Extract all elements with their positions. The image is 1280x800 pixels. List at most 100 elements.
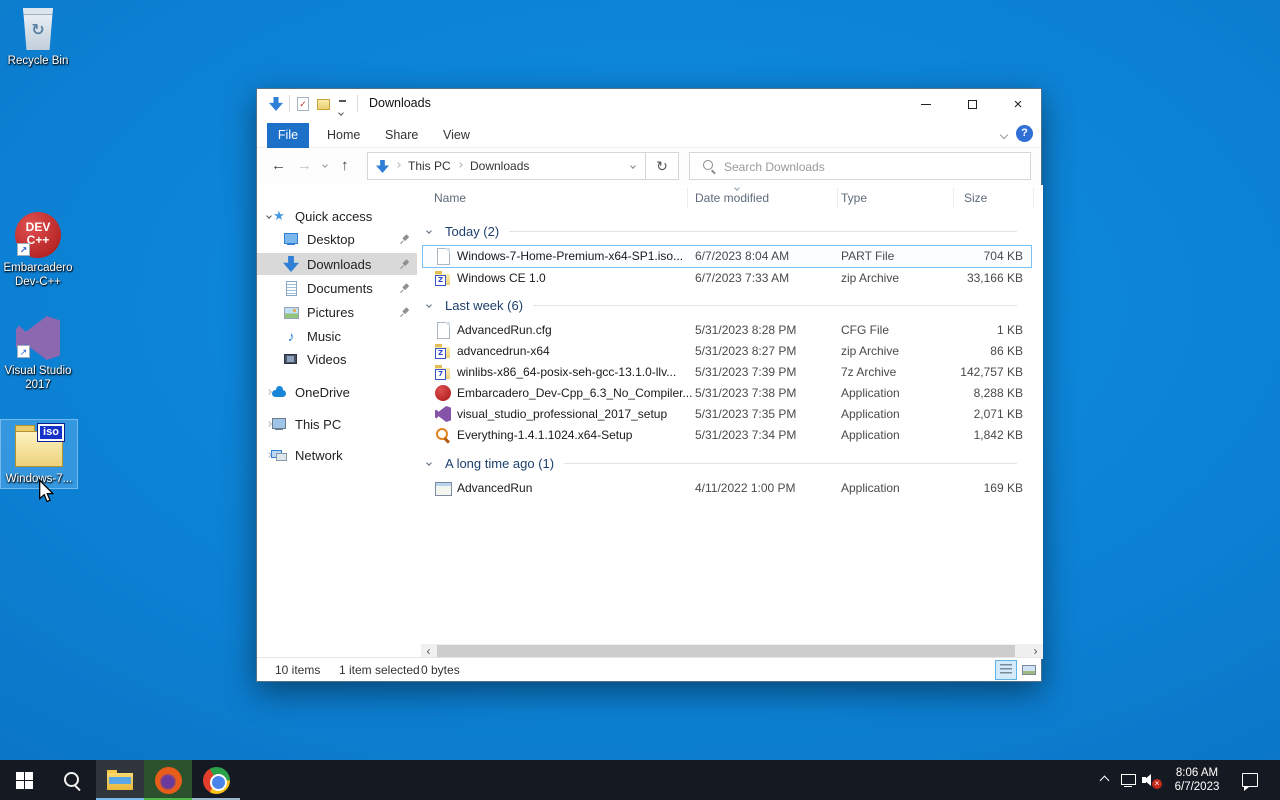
network-status-icon — [1120, 773, 1136, 787]
ribbon-tabs: File Home Share View ? — [257, 119, 1041, 148]
everything-icon — [435, 427, 451, 443]
chevron-down-icon — [426, 460, 432, 466]
appwindow-icon — [435, 480, 452, 496]
recent-locations-icon[interactable] — [322, 162, 328, 168]
sidebar-item-this-pc[interactable]: This PC — [257, 413, 417, 435]
tab-home[interactable]: Home — [317, 123, 370, 148]
pin-icon — [397, 281, 412, 296]
sidebar-item-pictures[interactable]: Pictures — [257, 301, 417, 323]
file-row[interactable]: advancedrun-x64 5/31/2023 8:27 PM zip Ar… — [423, 341, 1031, 362]
address-bar: ← → ↑ This PC Downloads ↻ Search Downloa… — [257, 148, 1041, 185]
zip-folder-icon — [435, 343, 451, 359]
file-list: Name Date modified Type Size Today (2) W… — [421, 185, 1043, 644]
properties-icon[interactable]: ✓ — [297, 97, 309, 111]
search-icon — [702, 159, 716, 173]
breadcrumb-downloads[interactable]: Downloads — [470, 159, 529, 173]
tab-share[interactable]: Share — [375, 123, 428, 148]
column-header-size[interactable]: Size — [964, 191, 987, 205]
refresh-button[interactable]: ↻ — [646, 152, 679, 180]
search-input[interactable]: Search Downloads — [689, 152, 1031, 180]
file-name: advancedrun-x64 — [457, 344, 550, 358]
window-title: Downloads — [369, 96, 431, 110]
file-row[interactable]: Embarcadero_Dev-Cpp_6.3_No_Compiler... 5… — [423, 383, 1031, 404]
sidebar-item-documents[interactable]: Documents — [257, 277, 417, 299]
column-headers: Name Date modified Type Size — [421, 185, 1043, 211]
shortcut-arrow-icon: ↗ — [17, 345, 30, 358]
ribbon-expand-icon[interactable] — [999, 130, 1009, 140]
minimize-button[interactable] — [903, 89, 949, 119]
group-header-today[interactable]: Today (2) — [423, 220, 1031, 242]
tray-volume-button[interactable]: × — [1140, 760, 1164, 800]
help-icon[interactable]: ? — [1016, 125, 1033, 142]
taskbar-search-button[interactable] — [48, 760, 96, 800]
file-row[interactable]: AdvancedRun 4/11/2022 1:00 PM Applicatio… — [423, 478, 1031, 499]
qat-dropdown-icon[interactable] — [338, 100, 346, 118]
group-header-long-ago[interactable]: A long time ago (1) — [423, 452, 1031, 474]
iso-folder-icon: iso — [13, 423, 65, 469]
column-header-type[interactable]: Type — [841, 191, 867, 205]
tab-view[interactable]: View — [433, 123, 480, 148]
file-date: 5/31/2023 8:28 PM — [695, 323, 797, 337]
file-name: visual_studio_professional_2017_setup — [457, 407, 668, 421]
file-row[interactable]: winlibs-x86_64-posix-seh-gcc-13.1.0-llv.… — [423, 362, 1031, 383]
file-row[interactable]: Windows-7-Home-Premium-x64-SP1.iso... 6/… — [422, 245, 1032, 268]
desktop-icon-windows7-iso[interactable]: iso Windows-7... — [0, 419, 78, 489]
sidebar-item-desktop[interactable]: Desktop — [257, 228, 417, 250]
sidebar-item-onedrive[interactable]: OneDrive — [257, 381, 417, 403]
desktop: Recycle Bin DEV C++ ↗ Embarcadero Dev-C+… — [0, 0, 1280, 800]
chevron-down-icon — [426, 302, 432, 308]
file-row[interactable]: Windows CE 1.0 6/7/2023 7:33 AM zip Arch… — [423, 268, 1031, 289]
file-row[interactable]: visual_studio_professional_2017_setup 5/… — [423, 404, 1031, 425]
desktop-icon-label: Recycle Bin — [7, 55, 69, 67]
group-header-last-week[interactable]: Last week (6) — [423, 294, 1031, 316]
file-size: 1 KB — [996, 323, 1023, 337]
taskbar-chrome[interactable] — [192, 760, 240, 800]
column-header-name[interactable]: Name — [434, 191, 466, 205]
file-row[interactable]: Everything-1.4.1.1024.x64-Setup 5/31/202… — [423, 425, 1031, 446]
devcpp-icon: DEV C++ ↗ — [15, 212, 61, 258]
sidebar: Quick access Desktop Downloads Documents… — [257, 185, 421, 642]
desktop-icon-devcpp[interactable]: DEV C++ ↗ Embarcadero Dev-C++ — [0, 212, 76, 289]
details-view-button[interactable] — [995, 660, 1017, 680]
file-size: 169 KB — [983, 481, 1023, 495]
thumbnail-view-button[interactable] — [1019, 661, 1039, 679]
downloads-arrow-icon — [269, 97, 283, 111]
sidebar-item-music[interactable]: Music — [257, 325, 417, 347]
mouse-cursor — [39, 479, 54, 503]
breadcrumb-this-pc[interactable]: This PC — [408, 159, 451, 173]
thispc-icon — [271, 416, 287, 432]
music-note-icon — [283, 328, 299, 344]
sidebar-item-quick-access[interactable]: Quick access — [257, 205, 417, 227]
taskbar-firefox[interactable] — [144, 760, 192, 800]
file-row[interactable]: AdvancedRun.cfg 5/31/2023 8:28 PM CFG Fi… — [423, 320, 1031, 341]
file-size: 704 KB — [983, 249, 1023, 263]
forward-button[interactable]: → — [297, 157, 312, 174]
up-button[interactable]: ↑ — [341, 157, 349, 174]
file-date: 5/31/2023 8:27 PM — [695, 344, 797, 358]
desktop-icon-visual-studio[interactable]: ↗ Visual Studio 2017 — [0, 316, 76, 392]
address-dropdown-icon[interactable] — [630, 163, 636, 169]
search-icon — [62, 770, 82, 790]
back-button[interactable]: ← — [271, 157, 286, 174]
taskbar-file-explorer[interactable] — [96, 760, 144, 800]
action-center-button[interactable] — [1234, 760, 1266, 800]
file-size: 1,842 KB — [973, 428, 1023, 442]
address-box[interactable]: This PC Downloads — [367, 152, 646, 180]
close-button[interactable]: × — [995, 89, 1041, 119]
new-folder-icon[interactable] — [317, 99, 330, 110]
mute-badge-icon: × — [1152, 779, 1162, 789]
sidebar-item-network[interactable]: Network — [257, 444, 417, 466]
file-size: 142,757 KB — [960, 365, 1023, 379]
tray-clock[interactable]: 8:06 AM 6/7/2023 — [1166, 760, 1228, 800]
sidebar-item-downloads[interactable]: Downloads — [257, 253, 417, 275]
desktop-icon-recycle-bin[interactable]: Recycle Bin — [0, 8, 76, 68]
column-header-date[interactable]: Date modified — [695, 191, 769, 205]
maximize-button[interactable] — [949, 89, 995, 119]
start-button[interactable] — [0, 760, 48, 800]
sidebar-item-videos[interactable]: Videos — [257, 348, 417, 370]
tab-file[interactable]: File — [267, 123, 309, 148]
tray-show-hidden-icons[interactable] — [1092, 760, 1116, 800]
status-selected-count: 1 item selected — [339, 663, 420, 677]
iso-badge: iso — [37, 423, 65, 442]
tray-network-button[interactable] — [1116, 760, 1140, 800]
